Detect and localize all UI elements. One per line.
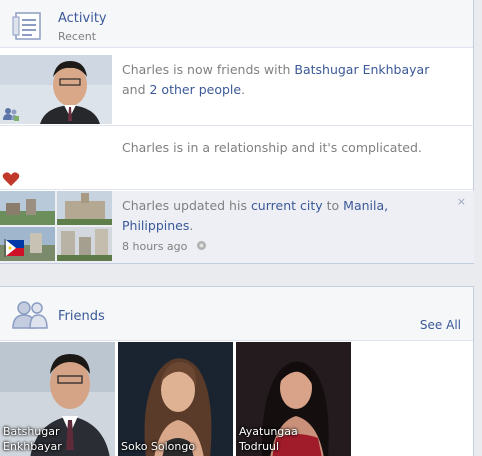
friend-name: Soko Solongo [121, 424, 195, 454]
friends-header: Friends See All [0, 287, 473, 341]
city-photo[interactable] [57, 227, 112, 261]
friend-name-line: Todruul [239, 440, 280, 453]
page-gutter [474, 0, 482, 456]
friend-name-line: Soko Solongo [121, 440, 196, 453]
activity-subtitle: Recent [58, 30, 97, 43]
story-new-friends: Charles is now friends with Batshugar En… [0, 55, 474, 126]
friend-name: Ayatungaa Todruul [239, 424, 298, 454]
city-photo[interactable] [57, 191, 112, 225]
friend-name-line: Batshugar [3, 425, 60, 438]
story-timestamp[interactable]: 8 hours ago [122, 240, 187, 253]
friend-tile-soko[interactable]: Soko Solongo [118, 342, 233, 456]
friends-badge-icon [3, 108, 19, 121]
manila-link[interactable]: Manila, [343, 198, 388, 213]
clock-globe-icon [197, 241, 207, 250]
story-text-part: and [122, 82, 150, 97]
story-text-part: . [241, 82, 246, 97]
friends-card: Friends See All Batshugar Enkhbayar Soko … [0, 286, 474, 456]
friend-tile-ayatungaa[interactable]: Ayatungaa Todruul [236, 342, 351, 456]
activity-title[interactable]: Activity [58, 11, 107, 26]
friend-tile-batshugar[interactable]: Batshugar Enkhbayar [0, 342, 115, 456]
story-text-part: Charles updated his [122, 198, 251, 213]
philippines-link[interactable]: Philippines [122, 218, 189, 233]
friend-link-batshugar[interactable]: Batshugar Enkhbayar [294, 62, 429, 77]
friend-photo[interactable] [0, 55, 112, 124]
current-city-link[interactable]: current city [251, 198, 323, 213]
city-photo[interactable] [0, 191, 55, 225]
friend-name-line: Enkhbayar [3, 440, 62, 453]
story-text-part: to [322, 198, 344, 213]
friends-people-icon [12, 301, 48, 329]
friend-name-line: Ayatungaa [239, 425, 298, 438]
see-all-link[interactable]: See All [420, 318, 461, 332]
activity-header: Activity Recent [0, 0, 473, 48]
activity-list-icon [12, 12, 41, 40]
story-current-city: Charles updated his current city to Mani… [0, 191, 474, 263]
story-text-friends: Charles is now friends with Batshugar En… [122, 60, 429, 100]
activity-card: Activity Recent Charles is now friends w… [0, 0, 474, 264]
philippines-flag-icon [4, 239, 24, 257]
friends-title[interactable]: Friends [58, 309, 105, 324]
story-relationship: Charles is in a relationship and it's co… [0, 126, 474, 190]
city-photos[interactable] [0, 191, 112, 261]
other-people-link[interactable]: 2 other people [150, 82, 242, 97]
close-icon[interactable]: × [457, 195, 466, 208]
story-text-part: Charles is now friends with [122, 62, 295, 77]
story-text-relationship: Charles is in a relationship and it's co… [122, 140, 422, 155]
story-text-part: . [189, 218, 194, 233]
friend-name: Batshugar Enkhbayar [3, 424, 62, 454]
heart-icon [2, 172, 20, 186]
story-text-city: Charles updated his current city to Mani… [122, 196, 388, 257]
